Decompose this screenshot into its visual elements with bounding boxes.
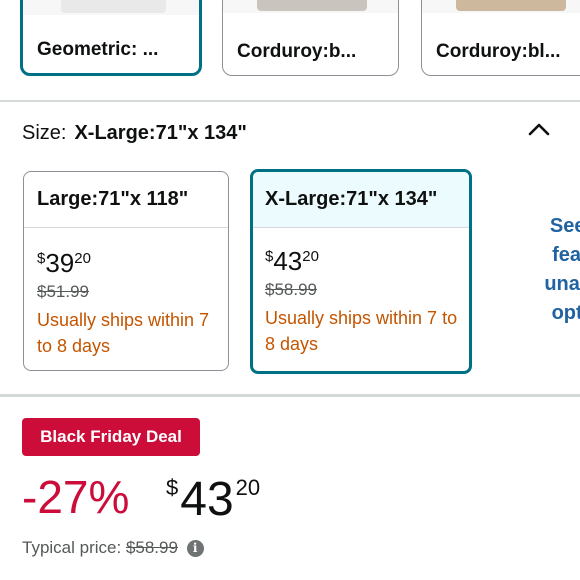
typical-price-value: $58.99	[125, 538, 178, 557]
style-option-label: Corduroy:b...	[237, 41, 357, 62]
size-label: Size:	[22, 122, 67, 144]
divider	[0, 100, 580, 102]
style-option-label: Geometric: ...	[37, 39, 159, 60]
style-thumbnail	[23, 0, 199, 15]
deal-badge: Black Friday Deal	[22, 418, 200, 456]
info-icon[interactable]: i	[186, 540, 204, 558]
size-option-x-large[interactable]: X-Large:71"x 134" $4320 $58.99 Usually s…	[250, 169, 472, 374]
size-option-price: $3920	[37, 248, 91, 278]
style-option-corduroy-bl[interactable]: Corduroy:bl...	[421, 0, 580, 76]
size-header: Size: X-Large:71"x 134"	[22, 122, 247, 145]
typical-price-label: Typical price:	[22, 538, 122, 557]
style-thumbnail	[422, 0, 580, 13]
typical-price: Typical price: $58.99 i	[22, 538, 204, 558]
deal-price: $4320	[166, 473, 261, 526]
style-thumbnail	[223, 0, 398, 13]
style-options-row: Geometric: ... Corduroy:b... Corduroy:bl…	[0, 0, 580, 100]
size-option-large[interactable]: Large:71"x 118" $3920 $51.99 Usually shi…	[23, 171, 229, 371]
size-option-name: X-Large:71"x 134"	[253, 172, 469, 228]
size-option-list-price: $51.99	[37, 282, 89, 301]
divider	[0, 394, 580, 397]
size-option-price: $4320	[265, 246, 319, 276]
size-option-availability: Usually ships within 7 to 8 days	[37, 310, 210, 356]
see-more-options-link[interactable]: See 7 featu unavai optio	[506, 212, 580, 328]
discount-percentage: -27%	[22, 471, 130, 523]
style-option-geometric[interactable]: Geometric: ...	[20, 0, 202, 76]
size-option-list-price: $58.99	[265, 280, 317, 299]
size-option-availability: Usually ships within 7 to 8 days	[265, 308, 458, 354]
style-option-corduroy-b[interactable]: Corduroy:b...	[222, 0, 399, 76]
style-option-label: Corduroy:bl...	[436, 41, 561, 62]
chevron-up-icon[interactable]	[526, 118, 552, 140]
size-option-name: Large:71"x 118"	[24, 172, 228, 228]
size-selected-value: X-Large:71"x 134"	[74, 122, 247, 144]
